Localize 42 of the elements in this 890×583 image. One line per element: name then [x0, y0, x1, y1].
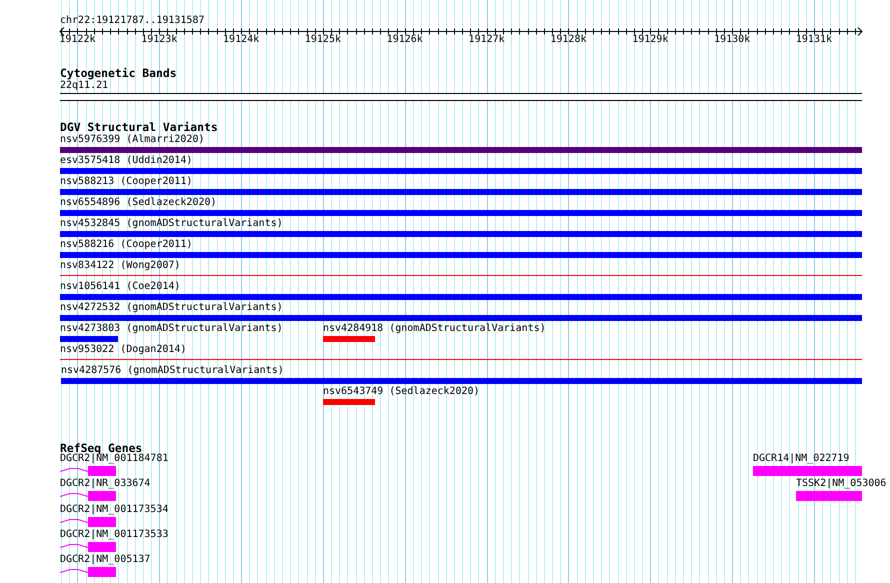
- variant-label: nsv4272532 (gnomADStructuralVariants): [60, 302, 283, 314]
- gene-model: [60, 466, 117, 476]
- track-title: Cytogenetic Bands: [60, 67, 177, 79]
- variant-label: nsv1056141 (Coe2014): [60, 281, 180, 293]
- variant-label: nsv588213 (Cooper2011): [60, 176, 192, 188]
- track-title: RefSeq Genes: [60, 442, 142, 454]
- variant-label: nsv4287576 (gnomADStructuralVariants): [61, 365, 284, 377]
- tick-label: 19131k: [794, 34, 834, 46]
- tick-label: 19129k: [631, 34, 670, 46]
- location-label: chr22:19121787..19131587: [60, 15, 204, 27]
- variant-label: nsv588216 (Cooper2011): [60, 239, 192, 251]
- tick-label: 19125k: [304, 34, 342, 46]
- band-label: 22q11.21: [60, 80, 108, 92]
- tick-label: 19124k: [222, 34, 260, 46]
- gene-model: [60, 491, 117, 501]
- variant-label: nsv6554896 (Sedlazeck2020): [60, 197, 217, 209]
- gene-model: [60, 517, 117, 527]
- gene-label: DGCR2|NM_001184781: [60, 453, 168, 465]
- gene-label: DGCR2|NM_005137: [60, 554, 150, 566]
- tick-label: 19130k: [713, 34, 752, 46]
- tick-label: 19123k: [140, 34, 178, 46]
- variant-label: nsv5976399 (Almarri2020): [60, 134, 204, 146]
- variant-label: nsv6543749 (Sedlazeck2020): [323, 386, 480, 398]
- variant-label: nsv4273803 (gnomADStructuralVariants): [60, 323, 283, 335]
- variant-label: nsv4532845 (gnomADStructuralVariants): [60, 218, 283, 230]
- gene-model: [60, 567, 117, 577]
- tick-label: 19128k: [549, 34, 588, 46]
- variant-label: nsv953022 (Dogan2014): [60, 344, 186, 356]
- gene-label: DGCR2|NM_001173533: [60, 529, 168, 541]
- gene-label: DGCR14|NM_022719: [753, 453, 850, 465]
- gene-model: [60, 542, 117, 552]
- gene-bar: [796, 491, 862, 501]
- tick-label: 19126k: [386, 34, 424, 46]
- variant-label: esv3575418 (Uddin2014): [60, 155, 192, 167]
- gene-label: DGCR2|NM_001173534: [60, 504, 168, 516]
- track-title: DGV Structural Variants: [60, 121, 218, 133]
- gene-label: DGCR2|NR_033674: [60, 478, 150, 490]
- gene-label: TSSK2|NM_053006: [796, 478, 886, 490]
- tick-label: 19127k: [468, 34, 506, 46]
- tick-label: 19122k: [58, 34, 96, 46]
- variant-label: nsv834122 (Wong2007): [60, 260, 180, 272]
- variant-label: nsv4284918 (gnomADStructuralVariants): [323, 323, 546, 335]
